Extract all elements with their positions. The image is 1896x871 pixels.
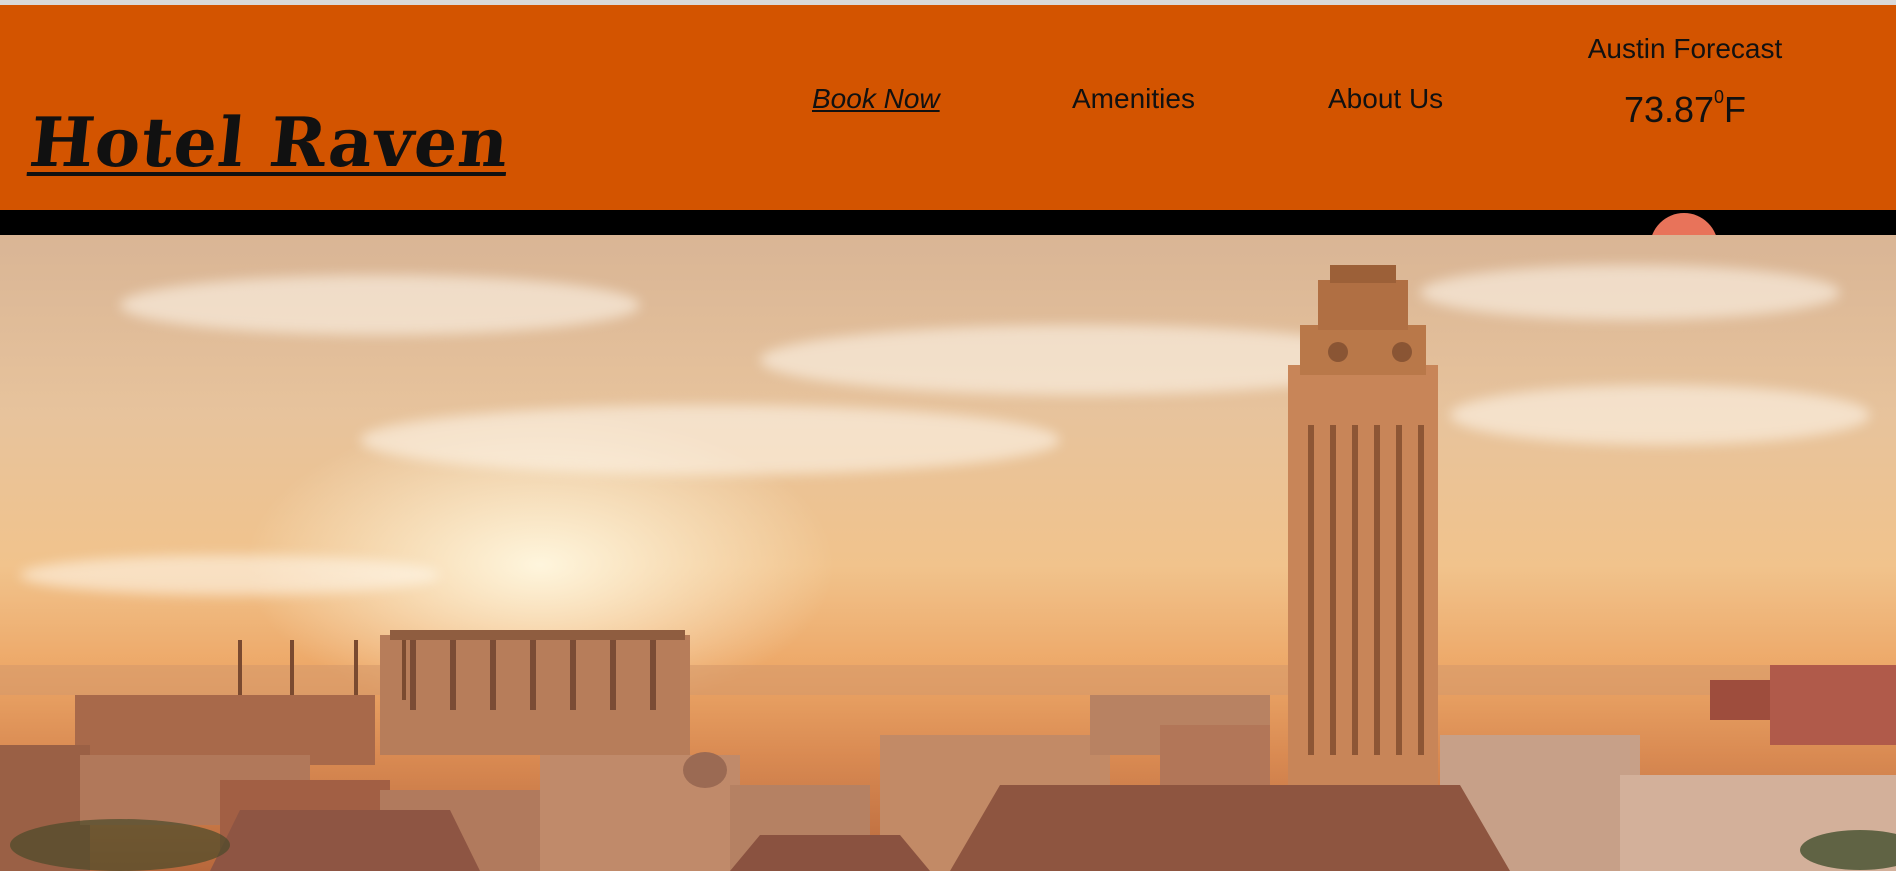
forecast-title: Austin Forecast [1587,33,1783,64]
nav-book-now[interactable]: Book Now [812,83,940,115]
temperature-unit: F [1724,89,1747,130]
nav-about-us[interactable]: About Us [1328,83,1443,115]
header-divider-bar [0,210,1896,235]
temperature-value: 73.87 [1623,89,1715,130]
nav-amenities[interactable]: Amenities [1072,83,1195,115]
forecast-temperature: 73.870F [1550,87,1820,131]
city-skyline-illustration [0,265,1896,871]
hero-image [0,235,1896,871]
weather-widget: Austin Forecast 73.870F [1550,33,1820,131]
degree-symbol: 0 [1714,87,1725,107]
site-header: Hotel Raven Book Now Amenities About Us … [0,5,1896,210]
